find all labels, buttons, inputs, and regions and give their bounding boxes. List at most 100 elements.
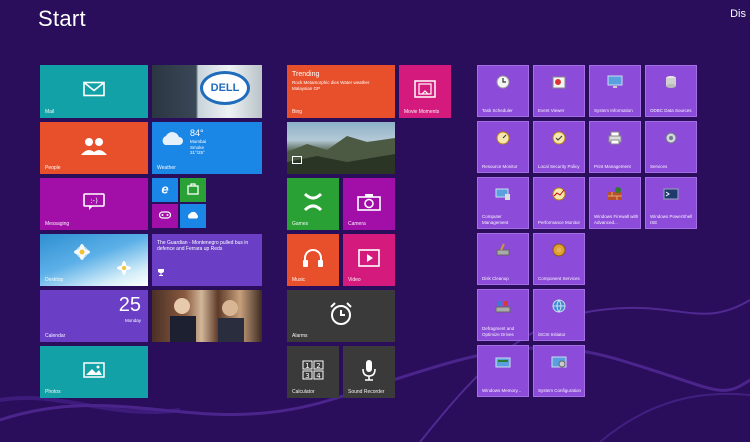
tile-label: Resource Monitor (482, 163, 518, 169)
tile-label: Camera (348, 221, 366, 227)
tile-disk-cleanup[interactable]: Disk Cleanup (477, 233, 529, 285)
xbox-icon (302, 192, 324, 212)
tile-weather[interactable]: 84° Mumbai Smoke 31°/25° Weather (152, 122, 262, 174)
tile-calculator[interactable]: 1234 Calculator (287, 346, 339, 398)
tile-movie-moments[interactable]: Movie Moments (399, 65, 451, 118)
calculator-icon: 1234 (302, 360, 324, 380)
computer-management-icon (495, 186, 511, 202)
tile-label: ODBC Data Sources (650, 107, 692, 113)
monitor-icon (607, 74, 623, 90)
calendar-day: Monday (124, 318, 141, 323)
tile-task-scheduler[interactable]: Task Scheduler (477, 65, 529, 117)
database-icon (663, 74, 679, 90)
tile-label: Event Viewer (538, 107, 565, 113)
tile-computer-management[interactable]: Computer Management (477, 177, 529, 229)
tile-label: Windows Memory... (482, 387, 522, 393)
tile-label: Alarms (292, 333, 308, 339)
tile-label: iSCSI Initiator (538, 331, 566, 337)
tile-system-information[interactable]: System Information (589, 65, 641, 117)
tile-powershell-ise[interactable]: Windows PowerShell ISE (645, 177, 697, 229)
svg-text::-): :-) (90, 197, 98, 205)
tile-news[interactable]: The Guardian - Montenegro pulled bus in … (152, 234, 262, 286)
powershell-icon (663, 186, 679, 202)
svg-text:2: 2 (316, 362, 320, 370)
tile-label: Video (348, 277, 361, 283)
calendar-date: 25 (118, 294, 141, 316)
tile-label: Messaging (45, 221, 70, 227)
tile-trending[interactable]: Trending Rock Metamorphic dies Water wea… (287, 65, 395, 118)
people-icon (80, 137, 108, 155)
dell-logo: DELL (200, 71, 250, 105)
tile-photos[interactable]: Photos (40, 346, 148, 398)
tile-odbc[interactable]: ODBC Data Sources (645, 65, 697, 117)
tile-print-management[interactable]: Print Management (589, 121, 641, 173)
performance-icon (551, 186, 567, 202)
tile-music[interactable]: Music (287, 234, 339, 286)
landscape-image (287, 136, 395, 174)
tile-label: Calendar (45, 333, 66, 339)
svg-text:3: 3 (305, 372, 309, 380)
tile-performance-monitor[interactable]: Performance Monitor (533, 177, 585, 229)
tile-label: Mail (45, 109, 55, 115)
clock-icon (495, 74, 511, 90)
globe-icon (551, 298, 567, 314)
microphone-icon (361, 359, 377, 381)
memory-icon (495, 354, 511, 370)
user-name[interactable]: Dis (730, 8, 746, 20)
tile-alarms[interactable]: Alarms (287, 290, 395, 342)
tile-label: Task Scheduler (482, 107, 513, 113)
tile-sound-recorder[interactable]: Sound Recorder (343, 346, 395, 398)
gear-icon (663, 130, 679, 146)
weather-info: Mumbai Smoke 31°/25° (190, 139, 207, 155)
tile-games-small[interactable] (152, 204, 178, 228)
video-play-icon (358, 249, 380, 267)
svg-text:1: 1 (305, 362, 309, 370)
trophy-icon (157, 263, 165, 281)
tile-label: System Configuration (538, 387, 582, 393)
tile-calendar[interactable]: 25 Monday Calendar (40, 290, 148, 342)
tile-event-viewer[interactable]: Event Viewer (533, 65, 585, 117)
disk-cleanup-icon (495, 242, 511, 258)
tile-label: Computer Management (482, 214, 509, 225)
store-icon (187, 183, 199, 195)
news-headline: The Guardian - Montenegro pulled bus in … (157, 240, 249, 252)
alarm-clock-icon (328, 301, 354, 327)
weather-temp: 84° (190, 128, 204, 138)
defrag-icon (495, 298, 511, 314)
tile-photo-landscape[interactable] (287, 122, 395, 174)
event-log-icon (551, 74, 567, 90)
tile-iscsi-initiator[interactable]: iSCSI Initiator (533, 289, 585, 341)
tile-games[interactable]: Games (287, 178, 339, 230)
tile-video[interactable]: Video (343, 234, 395, 286)
printer-icon (607, 130, 623, 146)
tile-system-configuration[interactable]: System Configuration (533, 345, 585, 397)
trending-items: Rock Metamorphic dies Water weather Mala… (292, 80, 370, 91)
tile-local-security-policy[interactable]: Local Security Policy (533, 121, 585, 173)
tile-resource-monitor[interactable]: Resource Monitor (477, 121, 529, 173)
tile-camera[interactable]: Camera (343, 178, 395, 230)
tile-photo-news[interactable] (152, 290, 262, 342)
tile-store[interactable] (180, 178, 206, 202)
tile-defragment[interactable]: Defragment and Optimize Drives (477, 289, 529, 341)
photo-tile-icon (292, 151, 302, 169)
tile-label: Defragment and Optimize Drives (482, 326, 515, 337)
firewall-icon (607, 186, 623, 202)
tile-people[interactable]: People (40, 122, 148, 174)
camera-icon (357, 193, 381, 211)
tile-label: Performance Monitor (538, 219, 581, 225)
tile-mail[interactable]: Mail (40, 65, 148, 118)
tile-component-services[interactable]: Component Services (533, 233, 585, 285)
component-services-icon (551, 242, 567, 258)
tile-messaging[interactable]: :-) Messaging (40, 178, 148, 230)
tile-windows-memory[interactable]: Windows Memory... (477, 345, 529, 397)
tile-label: Bing (292, 109, 303, 115)
tile-label: Photos (45, 389, 61, 395)
tile-skydrive[interactable] (180, 204, 206, 228)
security-policy-icon (551, 130, 567, 146)
photo-image (170, 298, 244, 342)
tile-ie[interactable]: e (152, 178, 178, 202)
tile-services[interactable]: Services (645, 121, 697, 173)
tile-desktop[interactable]: Desktop (40, 234, 148, 286)
tile-windows-firewall[interactable]: Windows Firewall with Advanced... (589, 177, 641, 229)
tile-dell[interactable]: DELL (152, 65, 262, 118)
